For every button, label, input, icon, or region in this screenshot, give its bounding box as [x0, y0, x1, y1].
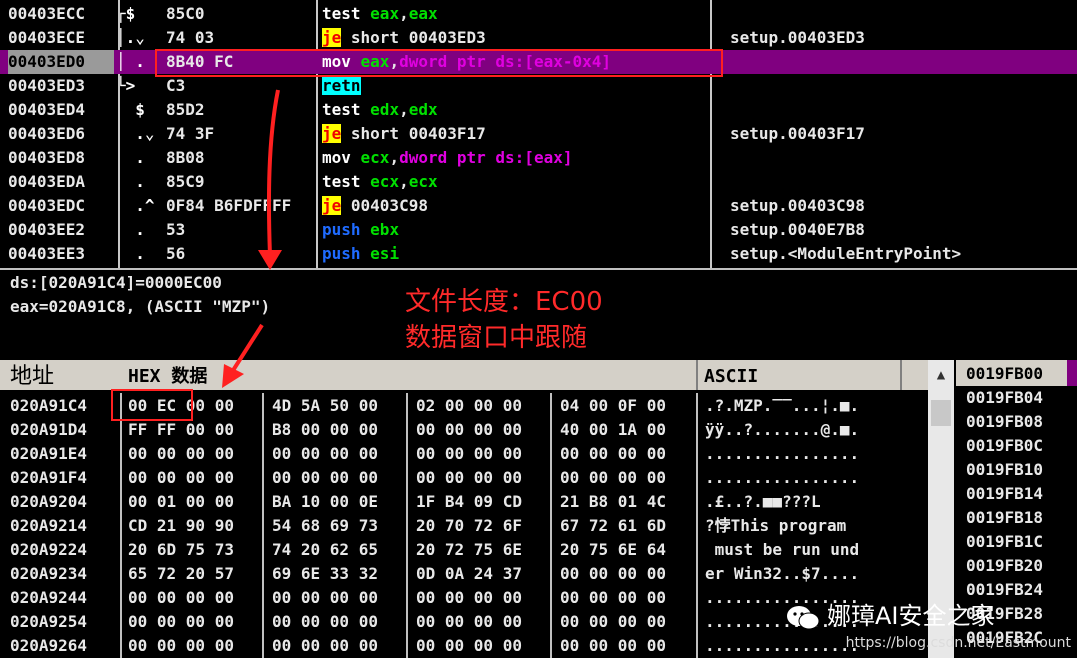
arrow-down-head	[258, 250, 282, 270]
arrow-to-dump	[230, 323, 264, 374]
wechat-icon	[785, 604, 821, 632]
watermark-label: 娜璋AI安全之家	[827, 602, 995, 630]
annotation-arrows	[222, 89, 282, 388]
arrow-down	[266, 89, 280, 257]
watermark-url: https://blog.csdn.net/Eastmount	[845, 635, 1071, 651]
